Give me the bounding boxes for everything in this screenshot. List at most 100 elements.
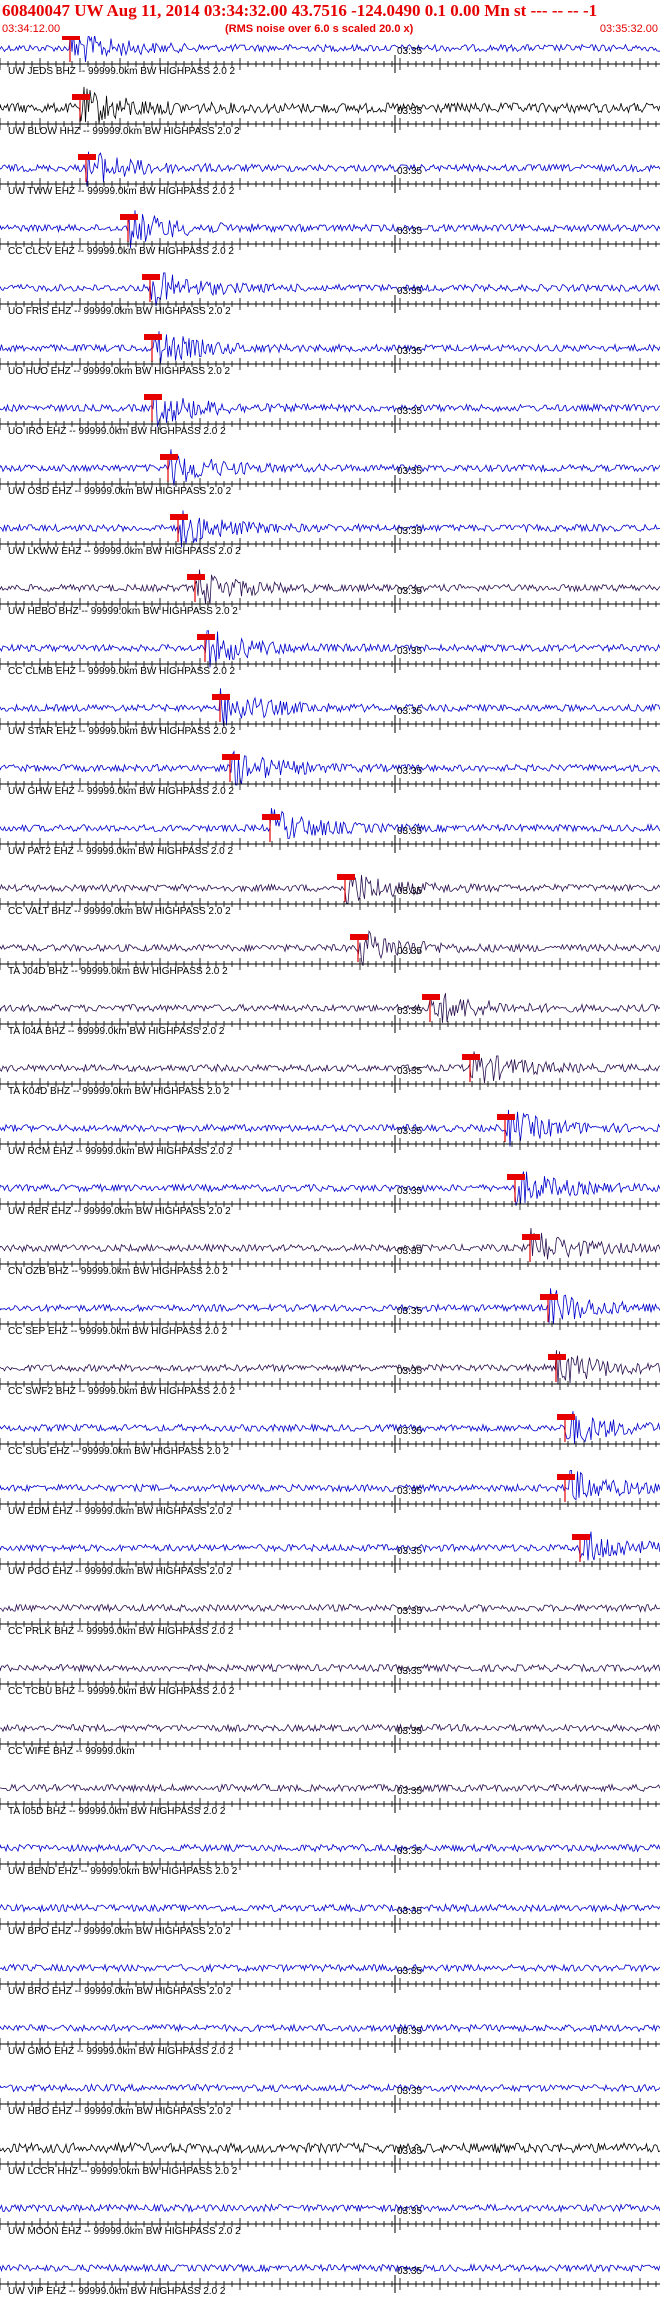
pick-marker[interactable]	[548, 1354, 566, 1360]
pick-marker[interactable]	[144, 394, 162, 400]
scaling-note: (RMS noise over 6.0 s scaled 20.0 x)	[225, 23, 414, 35]
station-row: 03:35 UW STAR EHZ -- 99999.0km BW HIGHPAS…	[0, 688, 660, 737]
station-row: 03:35 CC CLCV EHZ -- 99999.0km BW HIGHPAS…	[0, 210, 660, 257]
tick-label: 03:35	[397, 1186, 422, 1197]
waveform	[0, 1843, 660, 1853]
pick-marker[interactable]	[572, 1534, 590, 1540]
station-row: 03:35 UW PGO EHZ -- 99999.0km BW HIGHPASS…	[0, 1531, 660, 1577]
waveform	[0, 1288, 660, 1325]
pick-marker[interactable]	[160, 454, 178, 460]
pick-marker[interactable]	[222, 754, 240, 760]
station-label: UW JEDS BHZ -- 99999.0km BW HIGHPASS 2.0…	[8, 66, 236, 77]
tick-label: 03:35	[397, 346, 422, 357]
waveform	[0, 1171, 660, 1206]
tick-label: 03:35	[397, 1726, 422, 1737]
tick-label: 03:35	[397, 286, 422, 297]
station-row: 03:35 UW PAT2 EHZ -- 99999.0km BW HIGHPAS…	[0, 807, 660, 857]
pick-marker[interactable]	[540, 1294, 558, 1300]
waveform	[0, 36, 660, 63]
station-row: 03:35 TA J04D BHZ -- 99999.0km BW HIGHPAS…	[0, 929, 660, 977]
station-row: 03:35 CC PRLK BHZ -- 99999.0km BW HIGHPAS…	[0, 1603, 660, 1637]
waveform	[0, 151, 660, 187]
tick-label: 03:35	[397, 766, 422, 777]
station-label: UW BRO EHZ -- 99999.0km BW HIGHPASS 2.0 …	[8, 1986, 232, 1997]
station-label: UW PGO EHZ -- 99999.0km BW HIGHPASS 2.0 …	[8, 1566, 232, 1577]
pick-marker[interactable]	[522, 1234, 540, 1240]
pick-marker[interactable]	[507, 1174, 525, 1180]
tick-label: 03:35	[397, 1546, 422, 1557]
station-label: CN OZB BHZ -- 99999.0km BW HIGHPASS 2.0 …	[8, 1266, 228, 1277]
pick-marker[interactable]	[78, 154, 96, 160]
tick-label: 03:35	[397, 1606, 422, 1617]
tick-label: 03:35	[397, 466, 422, 477]
station-row: 03:35 UO IRO EHZ -- 99999.0km BW HIGHPASS…	[0, 393, 660, 437]
waveform	[0, 630, 660, 668]
station-label: CC TCBU BHZ -- 99999.0km BW HIGHPASS 2.0…	[8, 1686, 235, 1697]
station-label: TA J04D BHZ -- 99999.0km BW HIGHPASS 2.0…	[8, 966, 228, 977]
tick-label: 03:35	[397, 166, 422, 177]
waveform	[0, 2141, 660, 2155]
station-row: 03:35 CC CLMB EHZ -- 99999.0km BW HIGHPAS…	[0, 630, 660, 677]
station-row: 03:35 UW RCM EHZ -- 99999.0km BW HIGHPASS…	[0, 1109, 660, 1157]
waveform	[0, 1227, 660, 1260]
station-label: UO IRO EHZ -- 99999.0km BW HIGHPASS 2.0 …	[8, 426, 226, 437]
station-label: TA I04A BHZ -- 99999.0km BW HIGHPASS 2.0…	[8, 1026, 225, 1037]
pick-marker[interactable]	[557, 1414, 575, 1420]
pick-marker[interactable]	[170, 514, 188, 520]
pick-marker[interactable]	[142, 274, 160, 280]
station-row: 03:35 UW BPO EHZ -- 99999.0km BW HIGHPASS…	[0, 1903, 660, 1937]
waveform	[0, 2083, 660, 2093]
station-row: 03:35 UW JEDS BHZ -- 99999.0km BW HIGHPAS…	[0, 36, 660, 77]
header-bar: 60840047 UW Aug 11, 2014 03:34:32.00 43.…	[0, 0, 660, 40]
tick-label: 03:35	[397, 886, 422, 897]
tick-label: 03:35	[397, 706, 422, 717]
station-row: 03:35 CC VALT BHZ -- 99999.0km BW HIGHPAS…	[0, 874, 660, 917]
station-label: CC SUG EHZ -- 99999.0km BW HIGHPASS 2.0 …	[8, 1446, 229, 1457]
station-row: 03:35 TA I05D BHZ -- 99999.0km BW HIGHPAS…	[0, 1782, 660, 1817]
waveform	[0, 2023, 660, 2033]
pick-marker[interactable]	[422, 994, 440, 1000]
pick-marker[interactable]	[72, 94, 90, 100]
station-label: UW LCCR HHZ -- 99999.0km BW HIGHPASS 2.0…	[8, 2166, 238, 2177]
station-row: 03:35 TA K04D BHZ -- 99999.0km BW HIGHPAS…	[0, 1051, 660, 1097]
station-label: UW BEND EHZ -- 99999.0km BW HIGHPASS 2.0…	[8, 1866, 238, 1877]
station-row: 03:35 CC SEP EHZ -- 99999.0km BW HIGHPASS…	[0, 1288, 660, 1337]
waveform	[0, 1109, 660, 1147]
tick-label: 03:35	[397, 2266, 422, 2277]
tick-label: 03:35	[397, 1966, 422, 1977]
pick-marker[interactable]	[350, 934, 368, 940]
waveform	[0, 393, 660, 427]
station-row: 03:35 CC TCBU BHZ -- 99999.0km BW HIGHPAS…	[0, 1663, 660, 1697]
station-row: 03:35 UW GHW EHZ -- 99999.0km BW HIGHPASS…	[0, 750, 660, 797]
pick-marker[interactable]	[187, 574, 205, 580]
waveform	[0, 2263, 660, 2273]
pick-marker[interactable]	[62, 36, 80, 40]
pick-marker[interactable]	[557, 1474, 575, 1480]
station-row: 03:35 UW TWW EHZ -- 99999.0km BW HIGHPASS…	[0, 151, 660, 197]
tick-label: 03:35	[397, 106, 422, 117]
station-label: UO FRIS EHZ -- 99999.0km BW HIGHPASS 2.0…	[8, 306, 231, 317]
tick-label: 03:35	[397, 586, 422, 597]
pick-marker[interactable]	[144, 334, 162, 340]
pick-marker[interactable]	[497, 1114, 515, 1120]
pick-marker[interactable]	[197, 634, 215, 640]
station-label: UW HBO EHZ -- 99999.0km BW HIGHPASS 2.0 …	[8, 2106, 232, 2117]
pick-marker[interactable]	[120, 214, 138, 220]
pick-marker[interactable]	[212, 694, 230, 700]
waveform	[0, 510, 660, 548]
station-label: UW GHW EHZ -- 99999.0km BW HIGHPASS 2.0 …	[8, 786, 234, 797]
station-row: 03:35 UO HUO EHZ -- 99999.0km BW HIGHPASS…	[0, 331, 660, 377]
tick-label: 03:35	[397, 1306, 422, 1317]
waveform	[0, 1723, 660, 1733]
tick-label: 03:35	[397, 1846, 422, 1857]
pick-marker[interactable]	[337, 874, 355, 880]
station-label: UW LKWW EHZ -- 99999.0km BW HIGHPASS 2.0…	[8, 546, 241, 557]
station-row: 03:35 TA I04A BHZ -- 99999.0km BW HIGHPAS…	[0, 993, 660, 1037]
pick-marker[interactable]	[462, 1054, 480, 1060]
station-row: 03:35 CC SWF2 BHZ -- 99999.0km BW HIGHPAS…	[0, 1350, 660, 1397]
pick-marker[interactable]	[262, 814, 280, 820]
station-label: UW PAT2 EHZ -- 99999.0km BW HIGHPASS 2.0…	[8, 846, 233, 857]
tick-label: 03:35	[397, 946, 422, 957]
station-row: 03:35 UW OSD EHZ -- 99999.0km BW HIGHPASS…	[0, 449, 660, 497]
station-row: 03:35 UW BLOW HHZ -- 99999.0km BW HIGHPAS…	[0, 86, 660, 137]
